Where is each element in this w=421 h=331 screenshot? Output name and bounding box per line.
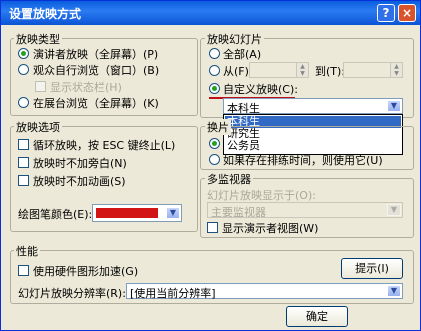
custom-show-dropdown-arrow-icon[interactable]: ▼	[387, 100, 401, 112]
resolution-value: [使用当前分辨率]	[130, 287, 216, 300]
monitor-dropdown-arrow-icon[interactable]: ▼	[387, 204, 401, 216]
radio-browse-window[interactable]	[18, 64, 29, 75]
no-narration-label: 放映时不加旁白(N)	[33, 157, 127, 170]
to-slide-input[interactable]: ▲ ▼	[343, 62, 403, 78]
advance-group-label: 换片	[205, 119, 231, 135]
presenter-view-label: 显示演示者视图(W)	[222, 222, 319, 235]
dialog-title: 设置放映方式	[9, 7, 82, 21]
use-timings-label: 如果存在排练时间，则使用它(U)	[223, 154, 383, 167]
show-scrollbar-checkbox[interactable]	[35, 81, 46, 92]
tips-button[interactable]: 提示(I)	[341, 258, 403, 279]
to-label: 到(T):	[315, 65, 346, 78]
title-bar: 设置放映方式 ? ×	[1, 1, 420, 25]
ok-button[interactable]: 确定	[286, 306, 348, 327]
show-type-group-label: 放映类型	[14, 31, 62, 47]
monitor-dropdown[interactable]: 主要监视器 ▼	[207, 202, 403, 219]
help-button[interactable]: ?	[377, 4, 395, 22]
to-spin-down-icon[interactable]: ▼	[390, 70, 402, 77]
pen-color-picker[interactable]: ▼	[92, 204, 182, 222]
pen-color-swatch	[96, 208, 158, 218]
no-narration-checkbox[interactable]	[18, 157, 29, 168]
no-animation-checkbox[interactable]	[18, 175, 29, 186]
monitors-group-label: 多监视器	[205, 171, 253, 187]
hw-accel-label: 使用硬件图形加速(G)	[33, 265, 139, 278]
radio-kiosk[interactable]	[18, 97, 29, 108]
from-spin-down-icon[interactable]: ▼	[296, 70, 308, 77]
custom-show-label: 自定义放映(C):	[223, 83, 298, 96]
loop-checkbox[interactable]	[18, 139, 29, 150]
radio-from[interactable]	[209, 65, 220, 76]
radio-presenter-label: 演讲者放映（全屏幕）(P)	[33, 48, 159, 61]
radio-custom-show[interactable]	[209, 83, 220, 94]
resolution-dropdown-arrow-icon[interactable]: ▼	[387, 285, 401, 297]
radio-use-timings[interactable]	[209, 154, 220, 165]
show-scrollbar-label: 显示状态栏(H)	[50, 81, 122, 94]
presenter-view-checkbox[interactable]	[207, 222, 218, 233]
hw-accel-checkbox[interactable]	[18, 265, 29, 276]
pen-color-dropdown-arrow-icon[interactable]: ▼	[166, 207, 180, 219]
from-slide-input[interactable]: ▲ ▼	[249, 62, 309, 78]
from-spin-up-icon[interactable]: ▲	[296, 63, 308, 70]
radio-manual-advance[interactable]	[209, 138, 220, 149]
to-spin-up-icon[interactable]: ▲	[390, 63, 402, 70]
close-button[interactable]: ×	[398, 4, 416, 22]
no-animation-label: 放映时不加动画(S)	[33, 175, 126, 188]
show-options-group-label: 放映选项	[14, 119, 62, 135]
resolution-label: 幻灯片放映分辨率(R):	[18, 287, 126, 300]
pen-color-label: 绘图笔颜色(E):	[18, 208, 93, 221]
radio-browse-window-label: 观众自行浏览（窗口）(B)	[33, 64, 160, 77]
radio-all-slides[interactable]	[209, 48, 220, 59]
slides-group-label: 放映幻灯片	[205, 31, 264, 47]
monitor-value: 主要监视器	[211, 206, 266, 219]
radio-kiosk-label: 在展台浏览（全屏幕）(K)	[33, 97, 159, 110]
performance-group-label: 性能	[14, 243, 40, 259]
loop-label: 循环放映，按 ESC 键终止(L)	[33, 139, 176, 152]
radio-all-slides-label: 全部(A)	[223, 48, 262, 61]
custom-show-dropdown[interactable]: 本科生 ▼	[223, 98, 403, 115]
resolution-dropdown[interactable]: [使用当前分辨率] ▼	[126, 283, 403, 300]
radio-presenter[interactable]	[18, 48, 29, 59]
dialog-window: 设置放映方式 ? × 放映类型 演讲者放映（全屏幕）(P) 观众自行浏览（窗口）…	[0, 0, 421, 331]
show-on-label: 幻灯片放映显示于(O):	[207, 189, 316, 202]
